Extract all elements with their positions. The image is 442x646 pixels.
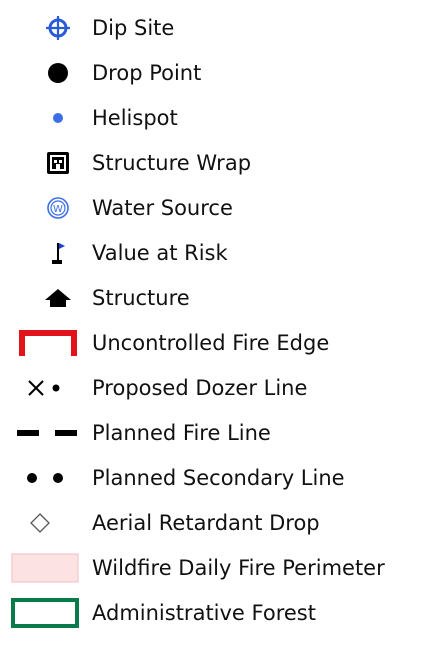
legend-label: Aerial Retardant Drop [92, 511, 320, 535]
green-outline-rectangle-icon [10, 593, 80, 633]
legend-label: Administrative Forest [92, 601, 316, 625]
legend-label: Planned Fire Line [92, 421, 271, 445]
small-dot-icon [28, 98, 88, 138]
legend-label: Proposed Dozer Line [92, 376, 308, 400]
legend-row-value-at-risk: Value at Risk [0, 233, 442, 273]
dashed-line-icon [10, 413, 86, 453]
hollow-diamond-icon [10, 503, 70, 543]
legend-label: Drop Point [92, 61, 202, 85]
legend-row-administrative-forest: Administrative Forest [0, 593, 442, 633]
x-dot-line-icon [10, 368, 86, 408]
legend-label: Helispot [92, 106, 178, 130]
crosshair-circle-icon [28, 8, 88, 48]
legend-label: Dip Site [92, 16, 175, 40]
legend-row-helispot: Helispot [0, 98, 442, 138]
map-legend: Dip Site Drop Point Helispot Structure W… [0, 0, 442, 646]
flag-icon [28, 233, 88, 273]
water-source-icon: W [28, 188, 88, 228]
water-source-letter: W [53, 204, 63, 215]
structure-wrap-icon [28, 143, 88, 183]
legend-row-proposed-dozer-line: Proposed Dozer Line [0, 368, 442, 408]
legend-label: Uncontrolled Fire Edge [92, 331, 330, 355]
legend-row-planned-secondary-line: Planned Secondary Line [0, 458, 442, 498]
legend-label: Value at Risk [92, 241, 228, 265]
pink-rectangle-icon [10, 548, 80, 588]
legend-row-drop-point: Drop Point [0, 53, 442, 93]
legend-row-uncontrolled-fire-edge: Uncontrolled Fire Edge [0, 323, 442, 363]
filled-circle-icon [28, 53, 88, 93]
dotted-line-icon [10, 458, 86, 498]
legend-label: Structure Wrap [92, 151, 252, 175]
legend-row-structure: Structure [0, 278, 442, 318]
legend-row-water-source: W Water Source [0, 188, 442, 228]
legend-row-structure-wrap: Structure Wrap [0, 143, 442, 183]
legend-label: Planned Secondary Line [92, 466, 345, 490]
red-bracket-icon [10, 323, 86, 363]
house-icon [28, 278, 88, 318]
legend-label: Water Source [92, 196, 233, 220]
legend-row-planned-fire-line: Planned Fire Line [0, 413, 442, 453]
legend-row-aerial-retardant-drop: Aerial Retardant Drop [0, 503, 442, 543]
legend-row-wildfire-daily-fire-perimeter: Wildfire Daily Fire Perimeter [0, 548, 442, 588]
legend-label: Wildfire Daily Fire Perimeter [92, 556, 385, 580]
legend-row-dip-site: Dip Site [0, 8, 442, 48]
legend-label: Structure [92, 286, 190, 310]
